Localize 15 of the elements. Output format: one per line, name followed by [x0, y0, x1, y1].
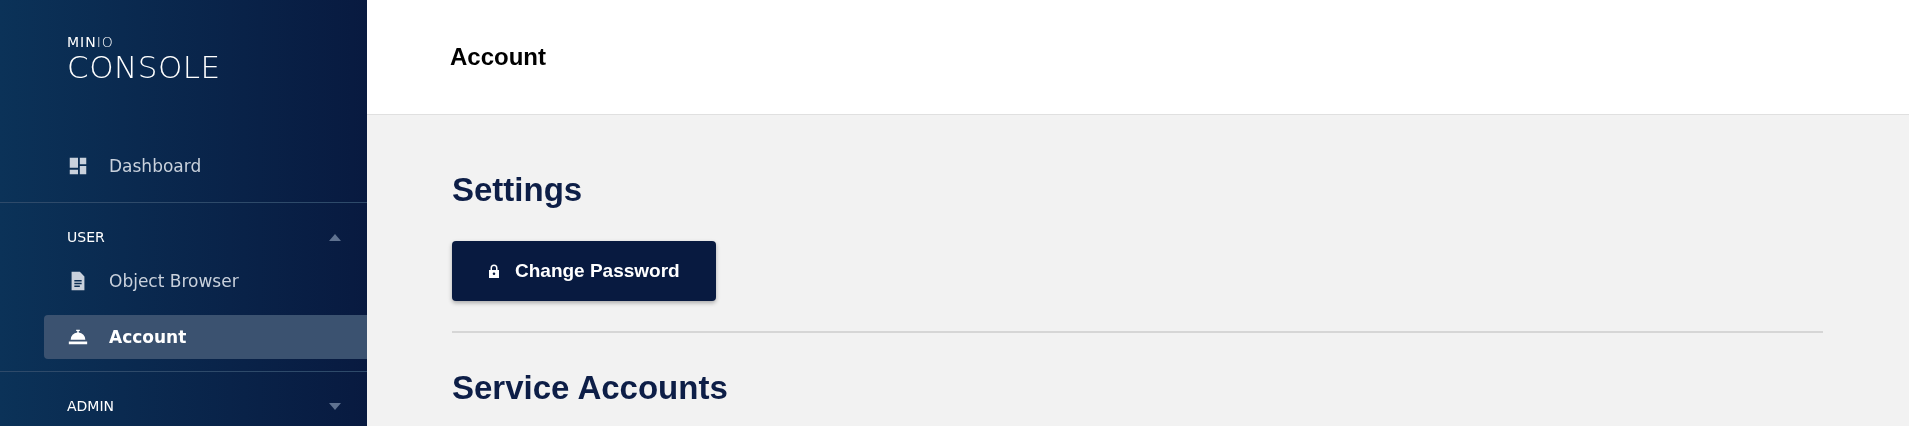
- logo-product: CONSOLE: [67, 50, 221, 84]
- section-heading: Settings: [452, 171, 584, 209]
- nav-item[interactable]: Account: [44, 315, 367, 359]
- section-header[interactable]: ADMIN: [0, 372, 367, 426]
- section-heading: Service Accounts: [452, 369, 729, 407]
- dashboard-icon: [67, 155, 89, 177]
- caret-icon: [329, 233, 341, 241]
- page-title: Account: [450, 43, 546, 71]
- change-password-button[interactable]: Change Password: [452, 241, 716, 301]
- section-header[interactable]: USER: [0, 203, 367, 259]
- lock-icon: [488, 264, 500, 278]
- caret-icon: [329, 402, 341, 410]
- logo-brand: MINIO: [67, 34, 114, 50]
- nav-item[interactable]: Dashboard: [44, 144, 367, 188]
- nav-item[interactable]: Object Browser: [44, 259, 367, 303]
